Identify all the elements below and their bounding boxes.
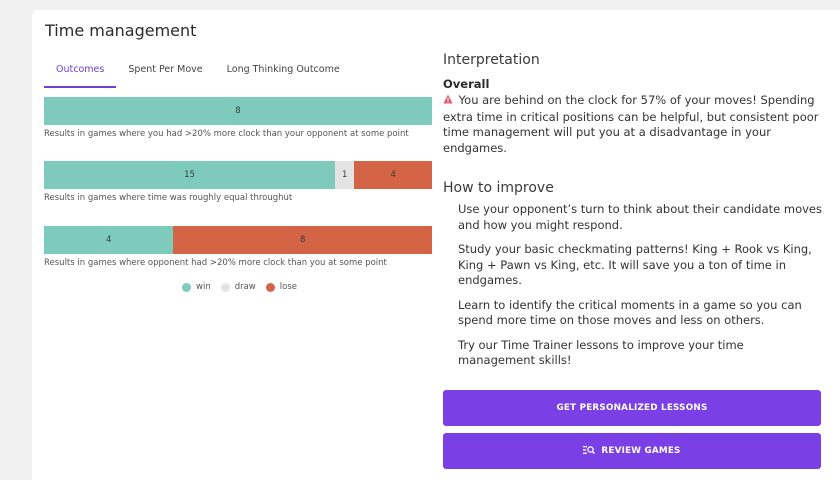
improve-heading: How to improve xyxy=(443,180,554,196)
outcome-bar-block-2: 15 1 4 Results in games where time was r… xyxy=(44,161,432,203)
bar-segment-lose[interactable]: 8 xyxy=(173,226,432,254)
bar-segment-draw[interactable]: 1 xyxy=(335,161,355,189)
legend-dot-win xyxy=(182,282,191,292)
bar-segment-win[interactable]: 8 xyxy=(44,97,432,125)
bar-caption: Results in games where opponent had >20%… xyxy=(44,258,387,268)
bar-value-draw: 1 xyxy=(341,170,348,180)
tab-long-thinking-outcome[interactable]: Long Thinking Outcome xyxy=(215,58,352,88)
improve-tip: Try our Time Trainer lessons to improve … xyxy=(458,337,744,368)
improve-tip: Study your basic checkmating patterns! K… xyxy=(458,242,812,287)
overall-text: You are behind on the clock for 57% of y… xyxy=(443,93,823,156)
legend-dot-draw xyxy=(220,282,230,292)
bar-value-win: 15 xyxy=(184,170,195,180)
tab-outcomes[interactable]: Outcomes xyxy=(44,58,117,88)
interpretation-heading: Interpretation xyxy=(443,52,540,68)
bar-value-lose: 8 xyxy=(299,235,306,245)
overall-text-body: You are behind on the clock for 57% of y… xyxy=(443,93,819,155)
legend-item-lose[interactable]: lose xyxy=(265,282,297,292)
time-management-card: Time management Outcomes Spent Per Move … xyxy=(32,10,840,480)
tab-bar: Outcomes Spent Per Move Long Thinking Ou… xyxy=(44,58,352,88)
search-list-icon xyxy=(583,445,596,458)
legend-label-draw: draw xyxy=(234,282,256,292)
get-personalized-lessons-button[interactable]: GET PERSONALIZED LESSONS xyxy=(443,390,821,426)
outcome-bar-behind: 4 8 xyxy=(44,226,432,254)
outcome-bar-ahead: 8 xyxy=(44,97,432,125)
tab-spent-per-move[interactable]: Spent Per Move xyxy=(116,58,214,88)
legend-item-draw[interactable]: draw xyxy=(220,282,256,292)
bar-value-lose: 4 xyxy=(390,170,396,180)
card-title: Time management xyxy=(45,21,197,40)
bar-value-win: 4 xyxy=(105,235,112,245)
outcome-bar-equal: 15 1 4 xyxy=(44,161,432,189)
chart-legend: win draw lose xyxy=(182,282,307,292)
bar-caption: Results in games where time was roughly … xyxy=(44,193,293,203)
legend-label-lose: lose xyxy=(279,282,297,292)
outcome-bar-block-1: 8 Results in games where you had >20% mo… xyxy=(44,97,432,139)
review-button-label: REVIEW GAMES xyxy=(601,446,681,456)
bar-segment-lose[interactable]: 4 xyxy=(354,161,432,189)
lessons-button-label: GET PERSONALIZED LESSONS xyxy=(556,403,708,413)
outcome-bar-block-3: 4 8 Results in games where opponent had … xyxy=(44,226,432,268)
improve-tip: Use your opponent’s turn to think about … xyxy=(458,202,822,232)
review-games-button[interactable]: REVIEW GAMES xyxy=(443,433,821,469)
bar-caption: Results in games where you had >20% more… xyxy=(44,129,409,139)
overall-heading: Overall xyxy=(443,77,490,91)
improve-tip: Learn to identify the critical moments i… xyxy=(458,297,802,328)
improve-tips: Use your opponent’s turn to think about … xyxy=(443,202,823,369)
legend-label-win: win xyxy=(196,282,211,292)
bar-value-win: 8 xyxy=(235,106,241,116)
legend-dot-lose xyxy=(265,282,275,292)
interpretation-panel: Interpretation Overall You are behind on… xyxy=(443,52,823,378)
alert-icon xyxy=(443,94,455,110)
legend-item-win[interactable]: win xyxy=(182,282,211,292)
bar-segment-win[interactable]: 4 xyxy=(44,226,174,254)
bar-segment-win[interactable]: 15 xyxy=(44,161,335,189)
